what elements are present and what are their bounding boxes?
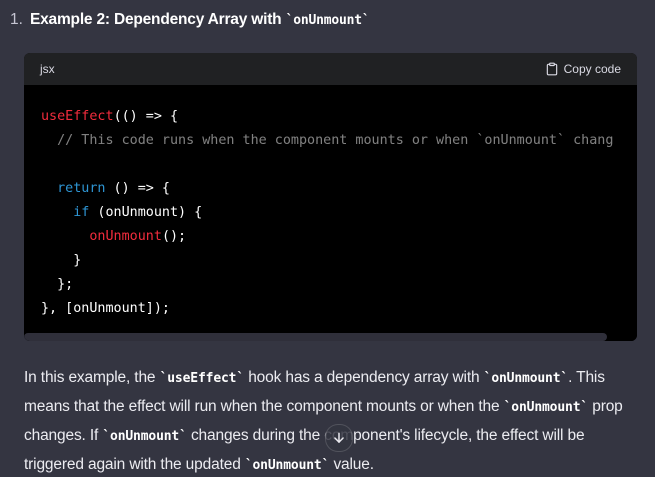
code-line: }; [41,273,637,297]
paragraph-text: In this example, the [24,369,160,386]
code-token: } [41,253,82,268]
code-token: }, [onUnmount]); [41,301,170,316]
code-comment-token: // This code runs when the component mou… [57,133,614,148]
list-heading-text: Example 2: Dependency Array with [30,11,286,28]
code-line: useEffect(() => { [41,105,637,129]
list-heading-code: `onUnmount` [285,13,370,28]
arrow-down-icon [334,432,344,443]
code-line: if (onUnmount) { [41,201,637,225]
code-function-token: useEffect [41,109,114,124]
code-token: (onUnmount) { [89,205,203,220]
code-keyword-token: if [73,205,90,220]
inline-code: `onUnmount` [503,400,589,415]
paragraph-text: value. [329,456,374,473]
code-line: onUnmount(); [41,225,637,249]
inline-code: `onUnmount` [102,429,187,444]
code-token: (() => { [113,109,179,124]
code-horizontal-scrollbar[interactable] [24,333,637,341]
inline-code: `onUnmount` [483,371,569,386]
code-line: // This code runs when the component mou… [41,129,637,153]
code-keyword-token: return [57,181,106,196]
code-function-token: onUnmount [89,229,162,244]
list-heading: Example 2: Dependency Array with `onUnmo… [30,9,370,32]
list-number: 1. [10,11,23,28]
copy-code-label: Copy code [563,62,621,76]
code-token: () => { [105,181,170,196]
code-token: (); [161,229,187,244]
code-content: useEffect(() => { // This code runs when… [24,85,637,333]
code-token: }; [41,277,74,292]
copy-code-button[interactable]: Copy code [545,62,621,76]
code-line: }, [onUnmount]); [41,297,637,321]
inline-code: `useEffect` [159,371,245,386]
code-line: return () => { [41,177,637,201]
code-language-label: jsx [40,62,55,76]
code-line: } [41,249,637,273]
code-block: jsx Copy code useEffect(() => { // This … [24,53,637,341]
paragraph-text: hook has a dependency array with [244,369,484,386]
code-block-header: jsx Copy code [24,53,637,85]
scroll-to-bottom-button[interactable] [325,424,353,452]
scrollbar-thumb[interactable] [24,333,607,341]
chat-message: 1. Example 2: Dependency Array with `onU… [0,0,655,477]
ordered-list-item: 1. Example 2: Dependency Array with `onU… [10,9,370,32]
inline-code: `onUnmount` [244,458,330,473]
clipboard-icon [546,62,557,76]
explanation-paragraph: In this example, the `useEffect` hook ha… [24,364,644,477]
